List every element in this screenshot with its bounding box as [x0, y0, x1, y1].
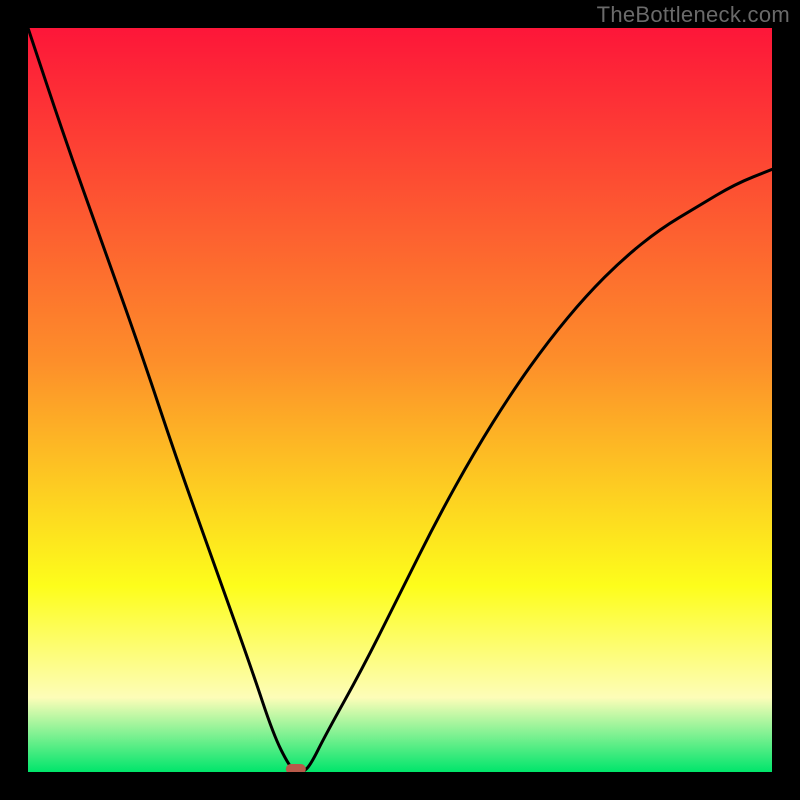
- gradient-background: [28, 28, 772, 772]
- chart-frame: TheBottleneck.com: [0, 0, 800, 800]
- watermark-text: TheBottleneck.com: [597, 2, 790, 28]
- chart-svg: [28, 28, 772, 772]
- optimal-marker: [286, 764, 306, 772]
- plot-area: [28, 28, 772, 772]
